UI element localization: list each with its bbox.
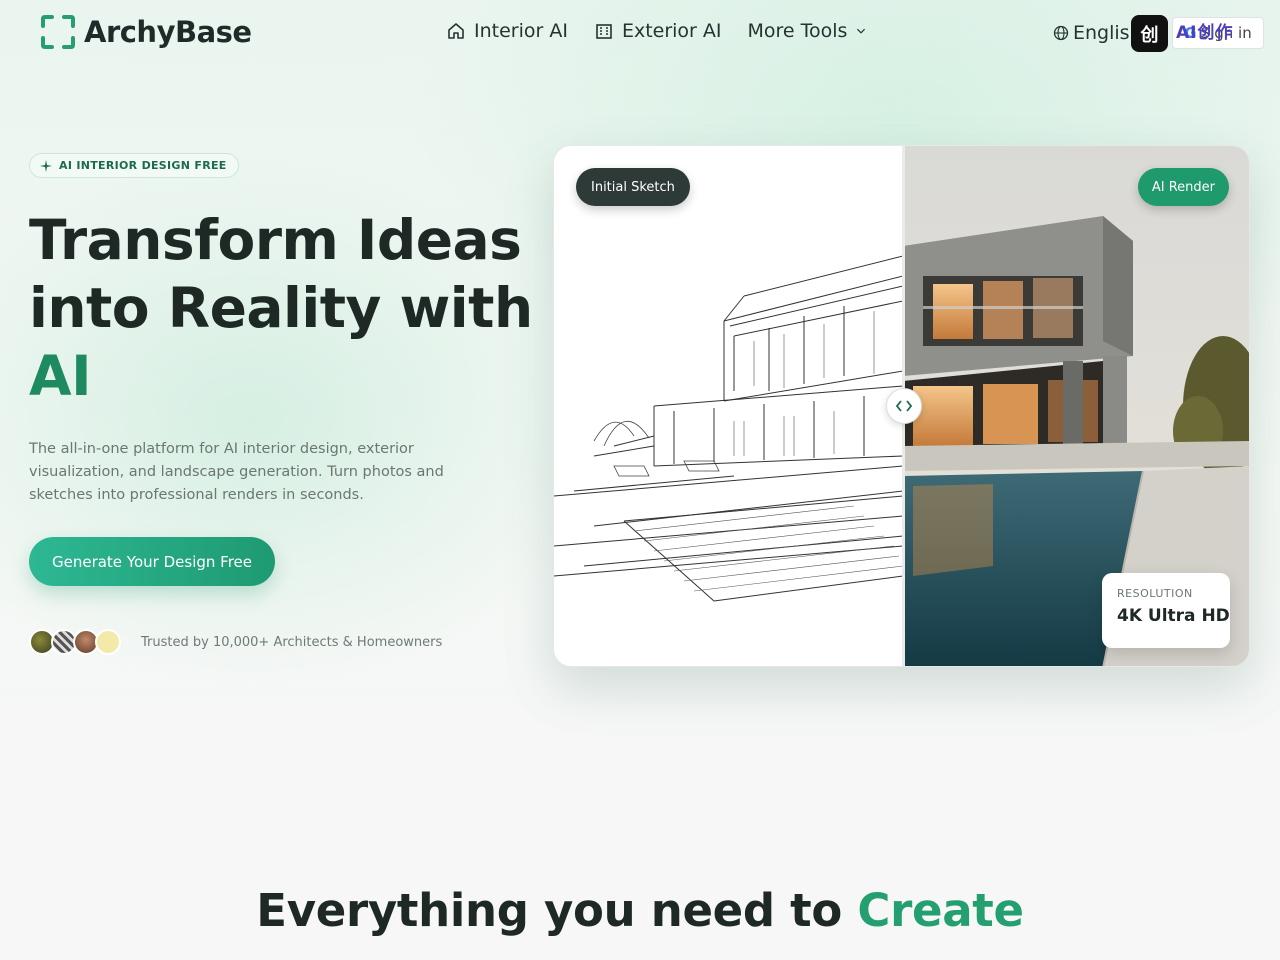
hero-title-line1: Transform Ideas — [29, 208, 522, 272]
ai-render-tag: AI Render — [1137, 168, 1229, 206]
resolution-label: RESOLUTION — [1117, 587, 1193, 600]
globe-icon — [1053, 25, 1069, 41]
hero-title-line2: into Reality with — [29, 276, 533, 340]
extension-badge-icon[interactable]: 创 — [1131, 15, 1168, 52]
resolution-value: 4K Ultra HD — [1117, 606, 1230, 626]
trust-row: Trusted by 10,000+ Architects & Homeowne… — [29, 629, 442, 655]
features-title-accent: Create — [857, 884, 1024, 937]
avatar — [95, 629, 121, 655]
nav-more-tools-label: More Tools — [747, 20, 848, 42]
home-icon — [448, 23, 464, 39]
logo[interactable]: ArchyBase — [40, 14, 252, 50]
hero-pill-label: AI INTERIOR DESIGN FREE — [59, 159, 227, 172]
generate-design-button[interactable]: Generate Your Design Free — [29, 537, 275, 586]
building-icon — [596, 24, 612, 39]
features-title-main: Everything you need to — [256, 884, 843, 937]
nav-interior-ai[interactable]: Interior AI — [446, 20, 568, 42]
trust-text: Trusted by 10,000+ Architects & Homeowne… — [141, 634, 443, 650]
nav-exterior-ai-label: Exterior AI — [621, 20, 722, 42]
nav-more-tools[interactable]: More Tools — [748, 20, 868, 42]
hero-title-accent: AI — [29, 344, 92, 408]
compare-slider-handle[interactable] — [886, 388, 922, 424]
main-nav: Interior AI Exterior AI More Tools — [446, 20, 893, 42]
logo-mark-icon — [40, 14, 76, 50]
nav-exterior-ai[interactable]: Exterior AI — [594, 20, 722, 42]
hero-pill: AI INTERIOR DESIGN FREE — [29, 153, 239, 178]
extension-overlay-text: AI创作 — [1176, 23, 1234, 43]
sketch-image: Initial Sketch — [554, 146, 904, 666]
features-section-title: Everything you need to Create — [0, 884, 1280, 937]
resolution-card: RESOLUTION 4K Ultra HD — [1102, 573, 1230, 648]
chevrons-left-right-icon — [896, 400, 912, 412]
chevron-down-icon — [857, 28, 866, 34]
language-selector[interactable]: English — [1053, 22, 1142, 44]
nav-interior-ai-label: Interior AI — [474, 20, 568, 42]
hero-description: The all-in-one platform for AI interior … — [29, 441, 444, 503]
logo-text: ArchyBase — [84, 15, 252, 49]
hero-title: Transform Ideas into Reality with AI — [29, 206, 549, 410]
before-after-compare[interactable]: Initial Sketch AI Render RESOLUTION 4K U… — [553, 145, 1250, 667]
sparkle-icon — [40, 159, 52, 172]
initial-sketch-tag: Initial Sketch — [576, 168, 690, 206]
avatar-group — [29, 629, 121, 655]
site-header: ArchyBase Interior AI Exterior AI More T… — [0, 0, 1280, 68]
